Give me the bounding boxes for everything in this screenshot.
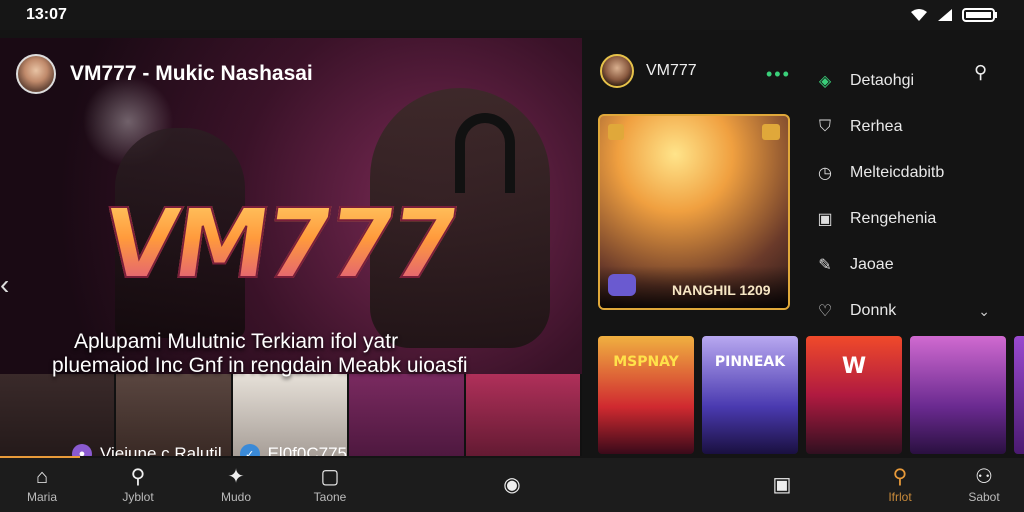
badge-icon — [608, 124, 624, 140]
home-icon: ⌂ — [35, 466, 49, 488]
status-time: 13:07 — [26, 6, 67, 23]
album-card[interactable]: MSPNAY — [598, 336, 694, 454]
menu-item-label: Donnk — [850, 302, 897, 319]
menu-item-rengehenia[interactable]: ▣ Rengehenia — [814, 196, 1024, 242]
nav-label: Jyblot — [122, 490, 154, 504]
bird-icon: ✓ — [239, 444, 260, 456]
search-icon: ⚲ — [892, 466, 908, 488]
nav-mudo[interactable]: ✦ Mudo — [214, 458, 258, 512]
headphones-icon — [455, 113, 515, 193]
side-menu: ◈ Detaohgi ⛉ Rerhea ◷ Melteicdabitb ▣ Re… — [814, 58, 1024, 334]
menu-item-detaohgi[interactable]: ◈ Detaohgi — [814, 58, 1024, 104]
album-card-title: PINNEAK — [714, 354, 786, 370]
diamond-icon: ◈ — [818, 73, 832, 90]
battery-icon — [962, 8, 997, 22]
more-dots-icon[interactable]: ••• — [766, 64, 791, 85]
user-name: VM777 — [646, 62, 697, 79]
search-icon[interactable]: ⚲ — [974, 62, 987, 83]
album-card[interactable]: PINNEAK — [702, 336, 798, 454]
menu-item-rerhea[interactable]: ⛉ Rerhea — [814, 104, 1024, 150]
avatar[interactable] — [16, 54, 56, 94]
square-icon: ▣ — [772, 474, 792, 496]
nav-label: Sabot — [968, 490, 1000, 504]
menu-item-jaoae[interactable]: ✎ Jaoae — [814, 242, 1024, 288]
album-card-title: MSPNAY — [613, 354, 679, 370]
nav-home[interactable]: ⌂ Maria — [22, 458, 62, 512]
right-panel: VM777 ••• NANGHIL 1209 ◈ Detaohgi ⛉ Rerh… — [590, 38, 1024, 456]
square-icon: ▣ — [817, 211, 833, 228]
vm777-logo: VM777 — [95, 187, 463, 301]
album-card[interactable] — [910, 336, 1006, 454]
hero-header: VM777 - Mukic Nashasai — [16, 54, 313, 94]
menu-item-melteicdabitb[interactable]: ◷ Melteicdabitb — [814, 150, 1024, 196]
nav-taone[interactable]: ▢ Taone — [308, 458, 352, 512]
album-cards: MSPNAY PINNEAK W — [598, 336, 1024, 456]
hero-chip-1-label: Vieiune c Ralutil — [100, 444, 222, 456]
search-icon: ⚲ — [130, 466, 146, 488]
nav-label: Maria — [26, 490, 57, 504]
status-bar: 13:07 — [0, 0, 1024, 30]
hero-caption-line2: pluemaiod Inc Gnf in rengdain Meabk uioa… — [52, 354, 468, 377]
album-card-partial[interactable] — [1014, 336, 1024, 454]
chevron-down-icon[interactable]: ⌄ — [978, 303, 990, 320]
hero-caption: Aplupami Mulutnic Terkiam ifol yatr plue… — [52, 330, 552, 378]
album-card-title: W — [841, 354, 867, 379]
hero-chip-2[interactable]: ✓ El0f0C775 — [239, 444, 347, 456]
nav-search[interactable]: ⚲ Jyblot — [116, 458, 160, 512]
user-icon: ⚇ — [975, 466, 993, 488]
star-icon: ✦ — [227, 466, 245, 488]
album-card[interactable]: W — [806, 336, 902, 454]
menu-item-label: Rerhea — [850, 118, 903, 135]
chevron-left-icon[interactable]: ‹ — [0, 270, 16, 300]
user-header: VM777 — [600, 54, 697, 88]
signal-icon — [938, 9, 952, 21]
menu-item-donnk[interactable]: ♡ Donnk ⌄ — [814, 288, 1024, 334]
shield-icon: ⛉ — [818, 118, 831, 135]
hero-chip-2-label: El0f0C775 — [267, 444, 347, 456]
nav-label: Mudo — [220, 490, 252, 504]
app-icon — [608, 274, 636, 296]
menu-item-label: Rengehenia — [850, 210, 937, 227]
badge-icon — [762, 124, 780, 140]
play-circle-icon: ◉ — [503, 474, 521, 496]
nav-label: Ifrlot — [888, 490, 912, 504]
record-icon: ● — [72, 444, 92, 456]
chat-icon: ▢ — [320, 466, 340, 488]
hero-banner[interactable]: VM777 - Mukic Nashasai VM777 Aplupami Mu… — [0, 38, 582, 456]
nav-play[interactable]: ◉ — [492, 458, 532, 512]
pen-icon: ✎ — [818, 257, 832, 274]
wifi-icon — [911, 9, 927, 21]
nav-profile[interactable]: ⚇ Sabot — [962, 458, 1006, 512]
menu-item-label: Detaohgi — [850, 72, 915, 89]
bottom-nav: ⌂ Maria ⚲ Jyblot ✦ Mudo ▢ Taone ◉ ▣ ⚲ If… — [0, 458, 1024, 512]
hero-title: VM777 - Mukic Nashasai — [70, 62, 313, 85]
menu-item-label: Melteicdabitb — [850, 164, 945, 181]
hero-thumb — [349, 374, 466, 456]
featured-card[interactable]: NANGHIL 1209 — [598, 114, 790, 310]
nav-library[interactable]: ▣ — [762, 458, 802, 512]
user-avatar[interactable] — [600, 54, 634, 88]
menu-item-label: Jaoae — [850, 256, 894, 273]
clock-icon: ◷ — [818, 165, 832, 182]
hero-caption-line1: Aplupami Mulutnic Terkiam ifol yatr — [74, 330, 399, 353]
status-icons — [910, 8, 998, 22]
nav-ifrlot[interactable]: ⚲ Ifrlot — [878, 458, 922, 512]
heart-icon: ♡ — [817, 303, 833, 320]
nav-label: Taone — [313, 490, 347, 504]
hero-meta: ● Vieiune c Ralutil ✓ El0f0C775 — [72, 444, 347, 456]
featured-card-caption: NANGHIL 1209 — [672, 282, 771, 298]
hero-chip-1[interactable]: ● Vieiune c Ralutil — [72, 444, 222, 456]
hero-thumb — [465, 374, 582, 456]
